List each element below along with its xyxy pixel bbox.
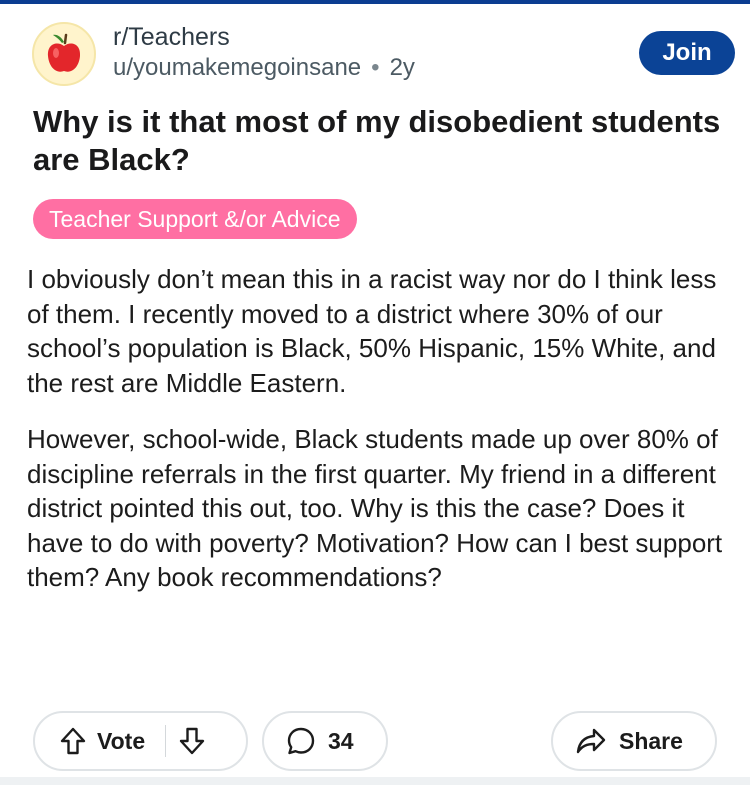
- community-avatar[interactable]: [32, 22, 96, 86]
- comment-bubble-icon: [286, 726, 316, 756]
- join-button[interactable]: Join: [639, 31, 735, 75]
- comments-button[interactable]: 34: [262, 711, 388, 771]
- bottom-separator: [0, 777, 750, 785]
- body-paragraph: I obviously don’t mean this in a racist …: [27, 264, 717, 398]
- top-accent-strip: [0, 0, 750, 4]
- meta-separator: •: [371, 54, 380, 81]
- vote-control: Vote: [33, 711, 248, 771]
- arrow-up-icon[interactable]: [59, 726, 87, 756]
- post-meta: u/youmakemegoinsane • 2y: [113, 53, 415, 83]
- comment-count: 34: [328, 727, 354, 754]
- apple-icon: [44, 32, 84, 76]
- share-arrow-icon: [575, 727, 607, 755]
- author-name[interactable]: u/youmakemegoinsane: [113, 54, 361, 81]
- post-title: Why is it that most of my disobedient st…: [33, 104, 721, 177]
- post-flair[interactable]: Teacher Support &/or Advice: [33, 199, 357, 239]
- post-body: I obviously don’t mean this in a racist …: [27, 262, 727, 617]
- share-button[interactable]: Share: [551, 711, 717, 771]
- vote-divider: [165, 725, 167, 757]
- community-name[interactable]: r/Teachers: [113, 22, 230, 52]
- share-label: Share: [619, 727, 683, 754]
- body-paragraph: However, school-wide, Black students mad…: [27, 424, 723, 592]
- post-age: 2y: [389, 54, 415, 81]
- vote-label: Vote: [97, 727, 146, 754]
- arrow-down-icon[interactable]: [178, 726, 206, 756]
